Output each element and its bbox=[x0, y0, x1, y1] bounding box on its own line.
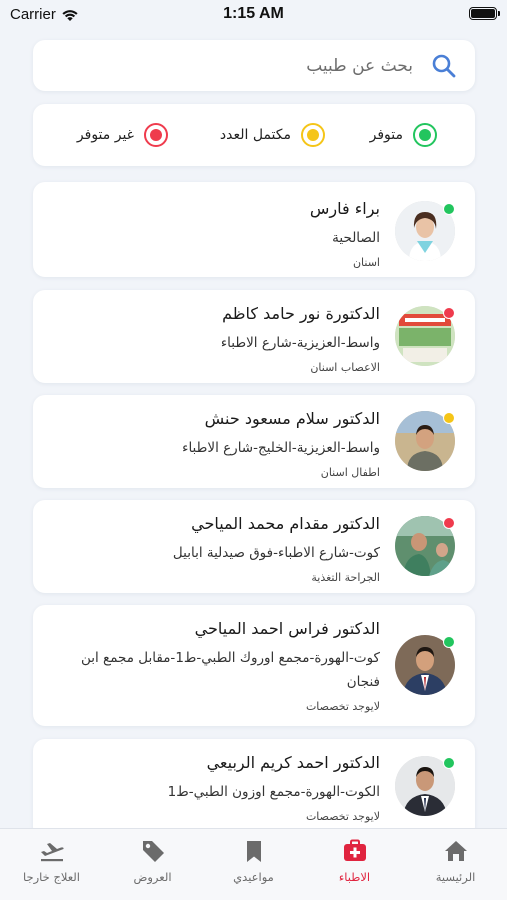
unavailable-dot-icon bbox=[144, 123, 168, 147]
legend-label: متوفر bbox=[369, 127, 403, 143]
doctor-info: الدكتور فراس احمد المياحي كوت-الهورة-مجم… bbox=[45, 619, 380, 714]
doctor-info: براء فارس الصالحية اسنان bbox=[45, 199, 380, 270]
status-available-dot bbox=[443, 636, 455, 648]
tab-home[interactable]: الرئيسية bbox=[405, 829, 506, 900]
doctor-name: الدكتور احمد كريم الربيعي bbox=[206, 753, 380, 772]
legend-item-unavailable: غير متوفر bbox=[77, 104, 168, 166]
tab-label: العروض bbox=[133, 870, 172, 884]
tab-label: مواعيدي bbox=[233, 870, 274, 884]
doctor-address: واسط-العزيزية-الخليج-شارع الاطباء bbox=[182, 440, 380, 456]
search-icon[interactable] bbox=[431, 53, 457, 79]
tab-bar: الرئيسية الاطباء مواعيدي العروض العلاج خ… bbox=[0, 828, 507, 900]
doctor-info: الدكتور مقدام محمد المياحي كوت-شارع الاط… bbox=[45, 514, 380, 585]
battery-icon bbox=[469, 7, 500, 20]
status-available-dot bbox=[443, 757, 455, 769]
tag-icon bbox=[142, 841, 164, 862]
bookmark-icon bbox=[246, 841, 261, 862]
tab-offers[interactable]: العروض bbox=[102, 829, 203, 900]
doctor-card[interactable]: الدكتور سلام مسعود حنش واسط-العزيزية-الخ… bbox=[33, 395, 475, 488]
doctor-specialty: الجراحة التغذية bbox=[311, 571, 380, 584]
legend-label: غير متوفر bbox=[76, 127, 134, 143]
status-full-dot bbox=[443, 412, 455, 424]
tab-label: العلاج خارجا bbox=[23, 870, 80, 884]
doctor-specialty: اسنان bbox=[352, 256, 380, 269]
doctor-address: كوت-شارع الاطباء-فوق صيدلية ابابيل bbox=[172, 545, 380, 561]
doctor-card[interactable]: الدكتورة نور حامد كاظم واسط-العزيزية-شار… bbox=[33, 290, 475, 383]
doctor-specialty: لايوجد تخصصات bbox=[305, 700, 380, 713]
availability-legend: متوفر مكتمل العدد غير متوفر bbox=[33, 104, 475, 166]
medical-kit-icon bbox=[343, 839, 366, 861]
doctor-info: الدكتورة نور حامد كاظم واسط-العزيزية-شار… bbox=[45, 304, 380, 375]
full-dot-icon bbox=[301, 123, 325, 147]
available-dot-icon bbox=[413, 123, 437, 147]
tab-label: الاطباء bbox=[338, 870, 371, 884]
doctor-card[interactable]: براء فارس الصالحية اسنان bbox=[33, 182, 475, 277]
search-input[interactable] bbox=[83, 40, 413, 91]
search-bar[interactable] bbox=[33, 40, 475, 91]
tab-treatment-abroad[interactable]: العلاج خارجا bbox=[1, 829, 102, 900]
doctor-card[interactable]: الدكتور فراس احمد المياحي كوت-الهورة-مجم… bbox=[33, 605, 475, 726]
status-time: 1:15 AM bbox=[223, 5, 284, 22]
doctor-address: الكوت-الهورة-مجمع اوزون الطبي-ط1 bbox=[167, 784, 380, 800]
plane-icon bbox=[40, 843, 64, 862]
status-bar: Carrier 1:15 AM bbox=[0, 0, 507, 30]
tab-appointments[interactable]: مواعيدي bbox=[203, 829, 304, 900]
status-available-dot bbox=[443, 203, 455, 215]
doctor-card[interactable]: الدكتور احمد كريم الربيعي الكوت-الهورة-م… bbox=[33, 739, 475, 839]
legend-item-full: مكتمل العدد bbox=[220, 104, 325, 166]
doctor-info: الدكتور احمد كريم الربيعي الكوت-الهورة-م… bbox=[45, 753, 380, 824]
status-unavailable-dot bbox=[443, 517, 455, 529]
doctor-name: الدكتور فراس احمد المياحي bbox=[194, 619, 380, 638]
doctor-specialty: الاعصاب اسنان bbox=[310, 361, 380, 374]
doctor-name: الدكتور سلام مسعود حنش bbox=[204, 409, 380, 428]
status-unavailable-dot bbox=[443, 307, 455, 319]
doctor-address: كوت-الهورة-مجمع اوروك الطبي-ط1-مقابل مجم… bbox=[80, 650, 380, 690]
doctor-specialty: اطفال اسنان bbox=[320, 466, 380, 479]
doctor-name: الدكتور مقدام محمد المياحي bbox=[191, 514, 380, 533]
doctor-specialty: لايوجد تخصصات bbox=[305, 810, 380, 823]
tab-doctors[interactable]: الاطباء bbox=[304, 829, 405, 900]
doctor-name: براء فارس bbox=[309, 199, 380, 218]
doctor-name: الدكتورة نور حامد كاظم bbox=[222, 304, 380, 323]
doctor-address: واسط-العزيزية-شارع الاطباء bbox=[220, 335, 380, 351]
doctor-address: الصالحية bbox=[332, 230, 380, 246]
doctor-info: الدكتور سلام مسعود حنش واسط-العزيزية-الخ… bbox=[45, 409, 380, 480]
legend-item-available: متوفر bbox=[370, 104, 437, 166]
tab-label: الرئيسية bbox=[435, 870, 476, 884]
home-icon bbox=[444, 841, 467, 861]
legend-label: مكتمل العدد bbox=[219, 127, 291, 143]
doctor-card[interactable]: الدكتور مقدام محمد المياحي كوت-شارع الاط… bbox=[33, 500, 475, 593]
